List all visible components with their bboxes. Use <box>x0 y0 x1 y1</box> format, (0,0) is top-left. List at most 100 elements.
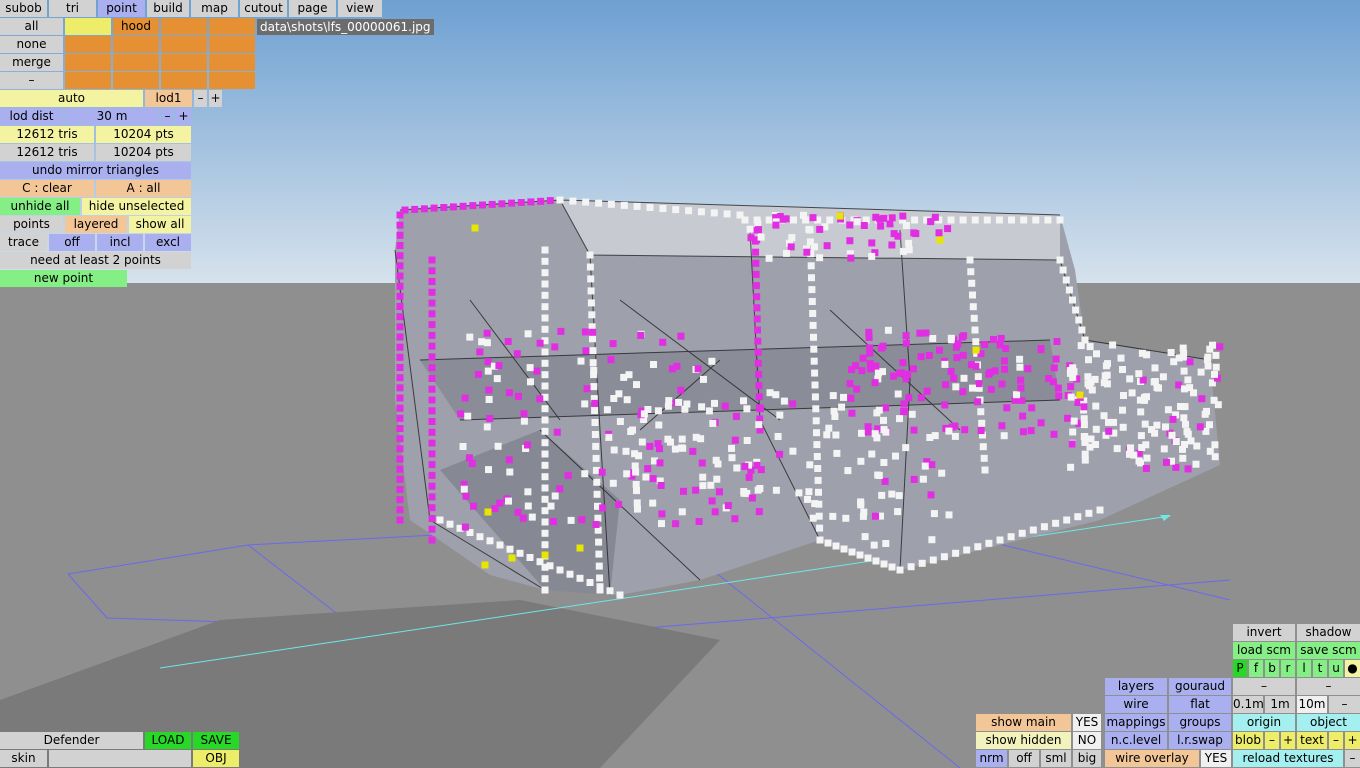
trace-off-button[interactable]: off <box>49 234 95 251</box>
subobject-slot-3[interactable] <box>161 18 207 35</box>
points-mode-button[interactable]: points <box>0 216 63 233</box>
dash-button-1[interactable]: – <box>1233 678 1295 695</box>
layered-mode-button[interactable]: layered <box>65 216 127 233</box>
vertex-point <box>1070 417 1078 425</box>
origin-button[interactable]: origin <box>1233 714 1295 731</box>
merge-button[interactable]: merge <box>0 54 63 71</box>
save-button[interactable]: SAVE <box>193 732 239 749</box>
show-hidden-no[interactable]: NO <box>1073 732 1101 749</box>
gouraud-button[interactable]: gouraud <box>1169 678 1231 695</box>
car-name-field[interactable]: Defender <box>0 732 143 749</box>
step-1m-button[interactable]: 1m <box>1265 696 1295 713</box>
subobject-slot-15[interactable] <box>161 72 207 89</box>
show-all-button[interactable]: show all <box>129 216 191 233</box>
nc-level-button[interactable]: n.c.level <box>1105 732 1167 749</box>
dash-button-2[interactable]: – <box>1297 678 1360 695</box>
trace-incl-button[interactable]: incl <box>97 234 143 251</box>
reload-dash-button[interactable]: – <box>1345 750 1360 767</box>
filter-p[interactable]: P <box>1233 660 1247 677</box>
invert-button[interactable]: invert <box>1233 624 1295 641</box>
point-size-big[interactable]: big <box>1073 750 1101 767</box>
subobject-hood[interactable]: hood <box>113 18 159 35</box>
subobject-slot-1[interactable] <box>65 18 111 35</box>
menu-view[interactable]: view <box>338 0 382 17</box>
wire-overlay-yes[interactable]: YES <box>1201 750 1231 767</box>
3d-viewport[interactable] <box>0 0 1360 768</box>
unhide-all-button[interactable]: unhide all <box>0 198 80 215</box>
subobject-slot-11[interactable] <box>161 54 207 71</box>
lod-auto-button[interactable]: auto <box>0 90 143 107</box>
step-01m-button[interactable]: 0.1m <box>1233 696 1263 713</box>
blob-minus[interactable]: – <box>1265 732 1279 749</box>
lod-dist-plus[interactable]: + <box>176 108 191 125</box>
menu-build[interactable]: build <box>147 0 189 17</box>
subobject-slot-9[interactable] <box>65 54 111 71</box>
select-none-button[interactable]: none <box>0 36 63 53</box>
new-point-button[interactable]: new point <box>0 270 127 287</box>
lod-plus-button[interactable]: + <box>209 90 222 107</box>
select-all-button[interactable]: all <box>0 18 63 35</box>
step-10m-button[interactable]: 10m <box>1297 696 1327 713</box>
flat-button[interactable]: flat <box>1169 696 1231 713</box>
filter-b[interactable]: b <box>1265 660 1279 677</box>
subobject-slot-16[interactable] <box>209 72 255 89</box>
point-size-sml[interactable]: sml <box>1041 750 1071 767</box>
shadow-button[interactable]: shadow <box>1297 624 1360 641</box>
vertex-point <box>1067 463 1075 471</box>
menu-map[interactable]: map <box>191 0 238 17</box>
show-main-yes[interactable]: YES <box>1073 714 1101 731</box>
subobject-slot-12[interactable] <box>209 54 255 71</box>
filter-l[interactable]: l <box>1297 660 1311 677</box>
layers-button[interactable]: layers <box>1105 678 1167 695</box>
step-dash-button[interactable]: – <box>1329 696 1360 713</box>
reload-textures-button[interactable]: reload textures <box>1233 750 1343 767</box>
subobject-slot-8[interactable] <box>209 36 255 53</box>
lod-minus-button[interactable]: – <box>194 90 207 107</box>
menu-tri[interactable]: tri <box>49 0 96 17</box>
text-minus[interactable]: – <box>1329 732 1343 749</box>
vertex-point <box>517 199 525 206</box>
menu-subob[interactable]: subob <box>0 0 47 17</box>
vertex-point <box>941 401 949 409</box>
lod1-button[interactable]: lod1 <box>145 90 192 107</box>
subobject-slot-6[interactable] <box>113 36 159 53</box>
obj-button[interactable]: OBJ <box>193 750 239 767</box>
wire-button[interactable]: wire <box>1105 696 1167 713</box>
point-size-nrm[interactable]: nrm <box>976 750 1007 767</box>
blob-plus[interactable]: + <box>1281 732 1295 749</box>
point-size-off[interactable]: off <box>1009 750 1039 767</box>
lod-dist-minus[interactable]: – <box>161 108 174 125</box>
select-all-points-button[interactable]: A : all <box>96 180 191 197</box>
dash-button[interactable]: – <box>0 72 63 89</box>
object-button[interactable]: object <box>1297 714 1360 731</box>
lr-swap-button[interactable]: l.r.swap <box>1169 732 1231 749</box>
subobject-slot-10[interactable] <box>113 54 159 71</box>
dot-icon[interactable]: ● <box>1345 660 1360 677</box>
clear-selection-button[interactable]: C : clear <box>0 180 94 197</box>
subobject-slot-13[interactable] <box>65 72 111 89</box>
vertex-point <box>508 199 516 207</box>
text-plus[interactable]: + <box>1345 732 1360 749</box>
subobject-slot-5[interactable] <box>65 36 111 53</box>
menu-cutout[interactable]: cutout <box>240 0 287 17</box>
menu-point[interactable]: point <box>98 0 145 17</box>
trace-excl-button[interactable]: excl <box>145 234 191 251</box>
filter-t[interactable]: t <box>1313 660 1327 677</box>
hide-unselected-button[interactable]: hide unselected <box>82 198 191 215</box>
subobject-slot-14[interactable] <box>113 72 159 89</box>
filter-u[interactable]: u <box>1329 660 1343 677</box>
subobject-slot-4[interactable] <box>209 18 255 35</box>
menu-page[interactable]: page <box>289 0 336 17</box>
vertex-point <box>494 442 502 450</box>
undo-mirror-triangles-button[interactable]: undo mirror triangles <box>0 162 191 179</box>
save-scm-button[interactable]: save scm <box>1297 642 1360 659</box>
load-button[interactable]: LOAD <box>145 732 191 749</box>
mappings-button[interactable]: mappings <box>1105 714 1167 731</box>
subobject-slot-7[interactable] <box>161 36 207 53</box>
load-scm-button[interactable]: load scm <box>1233 642 1295 659</box>
groups-button[interactable]: groups <box>1169 714 1231 731</box>
lod-dist-value[interactable]: 30 m <box>65 108 159 125</box>
filter-f[interactable]: f <box>1249 660 1263 677</box>
filter-r[interactable]: r <box>1281 660 1295 677</box>
skin-field[interactable] <box>49 750 191 767</box>
